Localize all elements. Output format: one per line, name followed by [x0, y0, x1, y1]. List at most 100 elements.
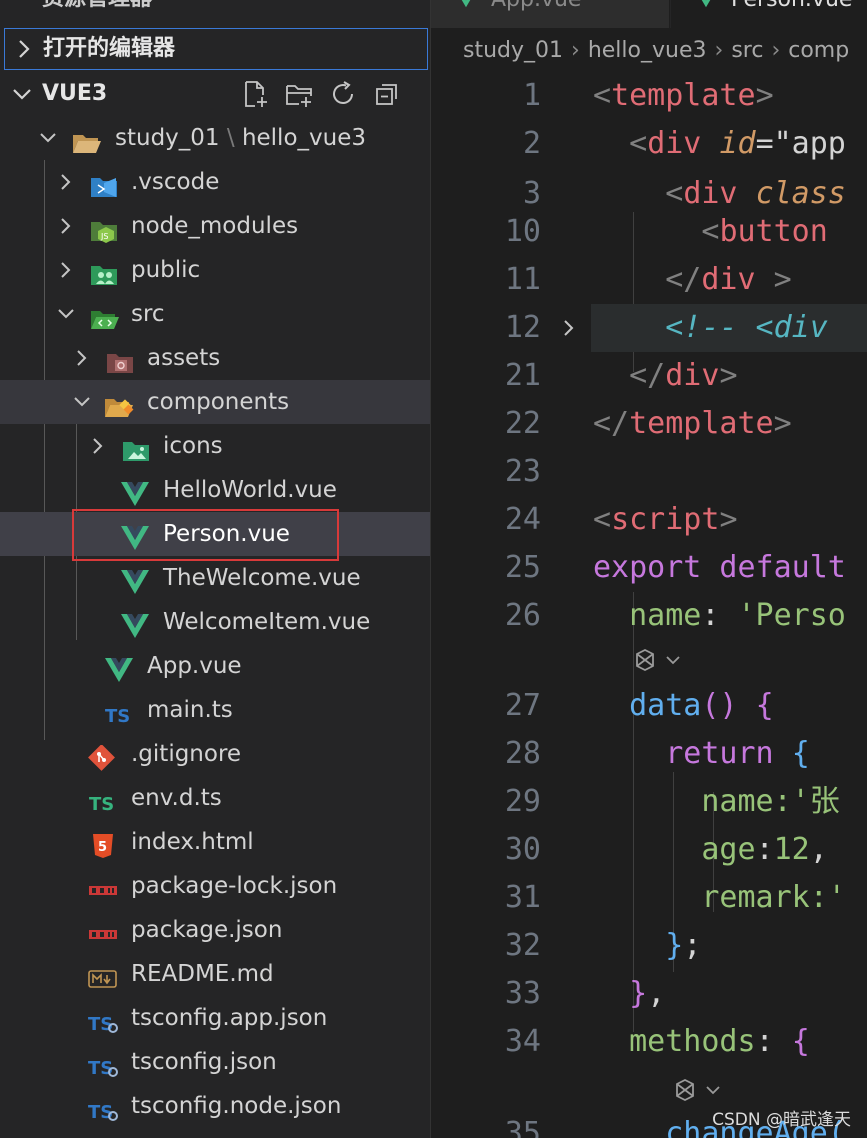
tree-item-node-modules[interactable]: JS node_modules [0, 204, 430, 248]
codelens-ai-icon[interactable] [671, 1066, 731, 1106]
code-token: < [593, 502, 612, 537]
file-label: env.d.ts [131, 785, 222, 811]
code-token: : [755, 1024, 792, 1059]
code-token: div [647, 126, 720, 161]
tab-person-vue[interactable]: Person.vue [671, 0, 867, 28]
breadcrumb-item[interactable]: src [731, 38, 763, 63]
file-label: HelloWorld.vue [163, 477, 337, 503]
codelens-ai-icon[interactable] [631, 636, 691, 676]
tree-item-tsconfig-app-json[interactable]: TS tsconfig.app.json [0, 996, 430, 1040]
tree-item-gitignore[interactable]: .gitignore [0, 732, 430, 776]
code-token: name [593, 598, 702, 633]
tree-item-study-root[interactable]: study_01 \ hello_vue3 [0, 116, 430, 160]
file-label: package-lock.json [131, 873, 338, 899]
code-line[interactable]: 26 name: 'Perso [431, 592, 867, 640]
code-text: </div> [593, 352, 737, 400]
tree-item-thewelcome-vue[interactable]: TheWelcome.vue [0, 556, 430, 600]
code-line[interactable]: 29 name:'张 [431, 778, 867, 826]
tree-item-assets[interactable]: assets [0, 336, 430, 380]
code-token: > [773, 406, 792, 441]
code-token: > [719, 502, 738, 537]
code-line[interactable]: 34 methods: { [431, 1018, 867, 1066]
tree-item-package-lock-json[interactable]: package-lock.json [0, 864, 430, 908]
tree-item-welcomeitem-vue[interactable]: WelcomeItem.vue [0, 600, 430, 644]
code-token: { [791, 736, 810, 771]
tree-item-app-vue[interactable]: App.vue [0, 644, 430, 688]
breadcrumb-item[interactable]: study_01 [463, 38, 563, 63]
code-text: remark:' [593, 874, 846, 922]
code-line[interactable]: 32 }; [431, 922, 867, 970]
tree-item-helloworld-vue[interactable]: HelloWorld.vue [0, 468, 430, 512]
line-number: 23 [504, 454, 541, 489]
line-number: 24 [504, 502, 541, 537]
tree-item-components[interactable]: components [0, 380, 430, 424]
code-token: > [755, 78, 774, 113]
breadcrumb-item[interactable]: hello_vue3 [588, 38, 707, 63]
new-file-icon[interactable] [240, 79, 270, 109]
code-line[interactable]: 23 [431, 448, 867, 496]
code-line[interactable]: 24 <script> [431, 496, 867, 544]
code-token: , [647, 976, 666, 1011]
code-token: () [701, 688, 756, 723]
tree-item-tsconfig-node-json[interactable]: TS tsconfig.node.json [0, 1084, 430, 1128]
tab-app-vue[interactable]: App.vue [431, 0, 670, 28]
code-text: <!-- <div [593, 304, 828, 352]
code-token: name [593, 784, 774, 819]
code-line[interactable]: 33 }, [431, 970, 867, 1018]
tree-item-vscode[interactable]: .vscode [0, 160, 430, 204]
new-folder-icon[interactable] [284, 79, 314, 109]
code-line[interactable]: 22 </template> [431, 400, 867, 448]
code-token: ; [683, 928, 702, 963]
tree-item-src[interactable]: src [0, 292, 430, 336]
breadcrumb-item[interactable]: comp [788, 38, 849, 63]
svg-text:TS: TS [89, 794, 114, 815]
folder-label: icons [163, 433, 223, 459]
tree-item-readme-md[interactable]: README.md [0, 952, 430, 996]
workspace-section[interactable]: VUE3 [0, 72, 430, 116]
code-line[interactable] [431, 636, 867, 684]
vue-file-icon [104, 654, 133, 682]
breadcrumb[interactable]: study_01 › hello_vue3 › src › comp [463, 32, 849, 70]
code-line[interactable]: 27 data() { [431, 682, 867, 730]
code-line[interactable]: 10 <button [431, 208, 867, 256]
code-token: button [719, 214, 828, 249]
svg-text:JS: JS [100, 232, 108, 241]
tree-item-index-html[interactable]: 5 index.html [0, 820, 430, 864]
tree-item-package-json[interactable]: package.json [0, 908, 430, 952]
code-token: class [755, 176, 846, 211]
refresh-icon[interactable] [328, 79, 358, 109]
file-label: package.json [131, 917, 283, 943]
line-number: 11 [504, 262, 541, 297]
code-line[interactable]: 12 <!-- <div [505, 304, 867, 352]
line-number: 34 [504, 1024, 541, 1059]
code-line[interactable]: 11 </div > [431, 256, 867, 304]
code-editor[interactable]: App.vue Person.vue study_01›hello_vue3›s… [431, 0, 867, 1138]
code-token: div [701, 262, 756, 297]
code-text: <div id="app [593, 120, 846, 168]
code-text: <template> [593, 72, 774, 120]
vue-file-icon [120, 566, 149, 594]
tree-item-public[interactable]: public [0, 248, 430, 292]
tree-item-icons[interactable]: icons [0, 424, 430, 468]
tab-label: Person.vue [731, 0, 852, 12]
tree-item-main-ts[interactable]: TS main.ts [0, 688, 430, 732]
tree-item-env-d-ts[interactable]: TS env.d.ts [0, 776, 430, 820]
code-line[interactable]: 2 <div id="app [431, 120, 867, 168]
code-line[interactable]: 1 <template> [431, 72, 867, 120]
code-line[interactable]: 30 age:12, [431, 826, 867, 874]
code-line[interactable]: 25 export default [431, 544, 867, 592]
file-label: TheWelcome.vue [163, 565, 361, 591]
tree-item-tsconfig-json[interactable]: TS tsconfig.json [0, 1040, 430, 1084]
npm-file-icon [88, 918, 117, 942]
line-number: 33 [504, 976, 541, 1011]
watermark: CSDN @暗武逢天 [712, 1110, 851, 1130]
code-token: < [593, 78, 612, 113]
folder-label: src [131, 301, 165, 327]
svg-text:5: 5 [98, 840, 107, 855]
code-line[interactable]: 21 </div> [431, 352, 867, 400]
collapse-all-icon[interactable] [372, 79, 402, 109]
code-line[interactable]: 28 return { [431, 730, 867, 778]
open-editors-section[interactable]: 打开的编辑器 [4, 28, 428, 70]
code-token: <!-- <div [593, 310, 828, 345]
code-line[interactable]: 31 remark:' [431, 874, 867, 922]
